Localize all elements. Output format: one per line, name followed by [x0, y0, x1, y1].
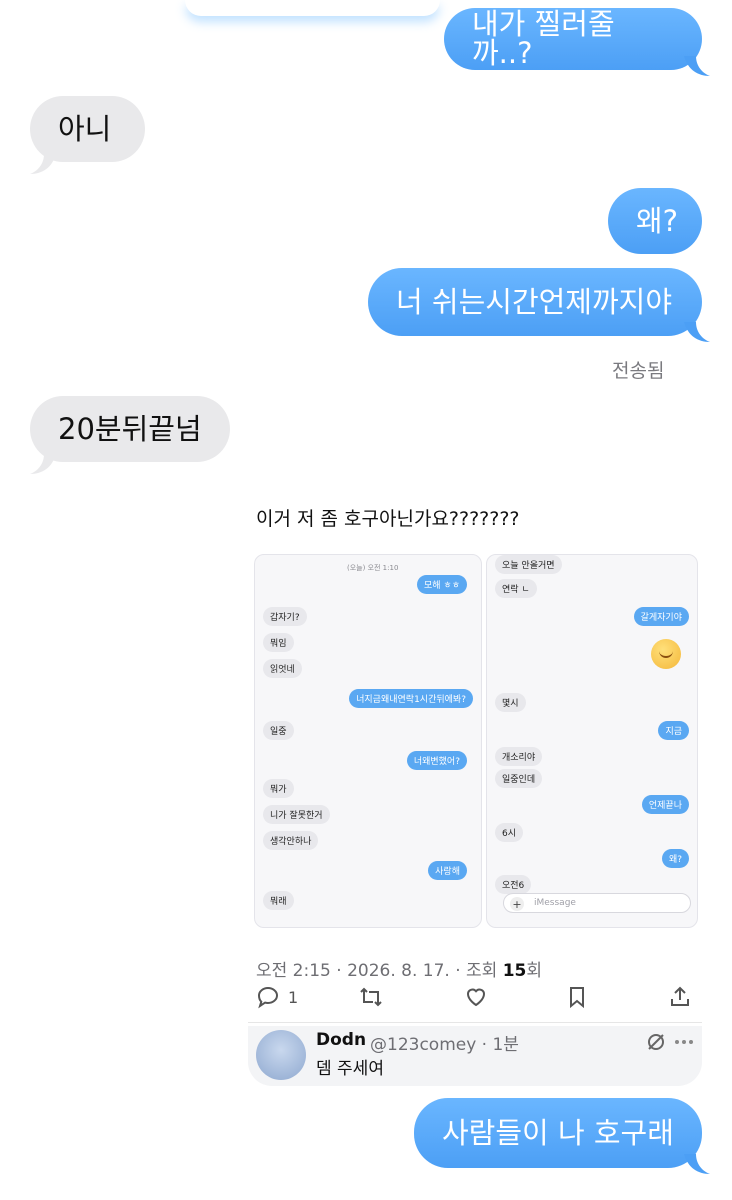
chat-timestamp: (오늘) 오전 1:10: [347, 564, 399, 572]
message-text: 너 쉬는시간언제까지야: [396, 284, 673, 319]
previous-message-edge: [185, 0, 440, 16]
outgoing-message[interactable]: 사람들이 나 호구래: [414, 1098, 702, 1168]
chat-bubble: 일중: [263, 721, 294, 740]
heart-icon: [466, 988, 486, 1007]
outgoing-message[interactable]: 왜?: [608, 188, 702, 254]
chat-bubble: 일중인데: [495, 769, 543, 788]
chat-bubble: 갈게자기야: [633, 607, 689, 626]
avatar: [256, 1030, 306, 1080]
reply-author-name: Dodn: [316, 1030, 367, 1050]
bookmark-button[interactable]: [566, 980, 588, 1014]
reply-text: 뎀 주세여: [316, 1059, 384, 1079]
bubble-tail: [684, 1154, 710, 1174]
chat-bubble: 뭐가: [263, 779, 294, 798]
chat-bubble: 니가 잘못한거: [263, 805, 330, 824]
views-count: 15: [502, 961, 527, 981]
post-date: 2026. 8. 17.: [347, 961, 450, 981]
chat-bubble: 모해 ㅎㅎ: [417, 575, 467, 594]
comment-icon: [257, 986, 279, 1009]
chat-bubble: 오늘 안올거면: [495, 555, 562, 574]
bubble-tail: [30, 454, 56, 474]
message-text: 사람들이 나 호구래: [442, 1115, 674, 1150]
views-suffix: 회: [526, 961, 543, 981]
chat-bubble: 뭐임: [263, 633, 294, 652]
post-time: 오전 2:15: [256, 961, 331, 981]
bookmark-icon: [570, 987, 584, 1009]
grok-icon[interactable]: [646, 1032, 666, 1052]
bubble-tail: [684, 56, 710, 76]
chat-bubble: 너왜변했어?: [406, 751, 467, 770]
chat-screenshot-right: 오늘 안올거면 연락 ㄴ 갈게자기야 몇시 지금 개소리야 일중인데 언제끝나 …: [486, 554, 698, 928]
incoming-message[interactable]: 아니: [30, 96, 145, 162]
message-text: 20분뒤끝넘: [58, 411, 202, 446]
delivered-status: 전송됨: [612, 360, 665, 382]
hugging-face-emoji-icon: [651, 639, 681, 669]
chat-bubble: 개소리야: [495, 747, 543, 766]
chat-bubble: 6시: [495, 823, 524, 842]
share-button[interactable]: [668, 980, 692, 1014]
chat-bubble: 오전6: [495, 875, 532, 894]
chat-screenshot-left: (오늘) 오전 1:10 모해 ㅎㅎ 갑자기? 뭐임 읽엇네 너지금왜내연락1시…: [254, 554, 482, 928]
incoming-message[interactable]: 20분뒤끝넘: [30, 396, 230, 462]
views-label: 조회: [466, 961, 498, 981]
chat-bubble: 뭐래: [263, 891, 294, 910]
reply-button[interactable]: 1: [256, 980, 298, 1014]
plus-icon: +: [510, 897, 524, 911]
share-icon: [671, 986, 689, 1006]
reply-author-handle: @123comey · 1분: [370, 1035, 519, 1055]
chat-bubble: 지금: [658, 721, 689, 740]
bubble-tail: [684, 322, 710, 342]
outgoing-message[interactable]: 너 쉬는시간언제까지야: [368, 268, 702, 336]
chat-bubble: 너지금왜내연락1시간뒤에봐?: [349, 689, 473, 708]
chat-bubble: 생각안하나: [263, 831, 319, 850]
shared-post-image[interactable]: 이거 저 좀 호구아닌가요??????? (오늘) 오전 1:10 모해 ㅎㅎ …: [248, 486, 702, 1086]
chat-bubble: 연락 ㄴ: [495, 579, 537, 598]
post-actions: 1: [248, 980, 702, 1014]
meta-separator: ·: [455, 961, 461, 981]
meta-separator: ·: [336, 961, 342, 981]
message-text: 아니: [58, 111, 112, 146]
reply-count: 1: [288, 987, 299, 1007]
post-text: 이거 저 좀 호구아닌가요???????: [256, 508, 520, 530]
more-icon[interactable]: [674, 1038, 694, 1046]
like-button[interactable]: [464, 980, 488, 1014]
repost-button[interactable]: [358, 980, 384, 1014]
post-metadata: 오전 2:15 · 2026. 8. 17. · 조회 15회: [256, 956, 542, 981]
repost-icon: [360, 987, 382, 1007]
divider: [248, 1022, 702, 1023]
chat-bubble: 사랑해: [428, 861, 467, 880]
message-text: 내가 찔러줄까..?: [472, 7, 615, 70]
outgoing-message[interactable]: 내가 찔러줄까..?: [444, 8, 702, 70]
message-text: 왜?: [636, 203, 679, 238]
chat-bubble: 언제끝나: [641, 795, 689, 814]
chat-bubble: 몇시: [495, 693, 526, 712]
input-placeholder: iMessage: [534, 898, 576, 908]
chat-bubble: 읽엇네: [263, 659, 302, 678]
bubble-tail: [30, 154, 56, 174]
reply-preview[interactable]: Dodn @123comey · 1분 뎀 주세여: [248, 1026, 702, 1086]
imessage-input-field: + iMessage: [503, 893, 691, 913]
chat-bubble: 갑자기?: [263, 607, 307, 626]
chat-bubble: 왜?: [661, 849, 689, 868]
